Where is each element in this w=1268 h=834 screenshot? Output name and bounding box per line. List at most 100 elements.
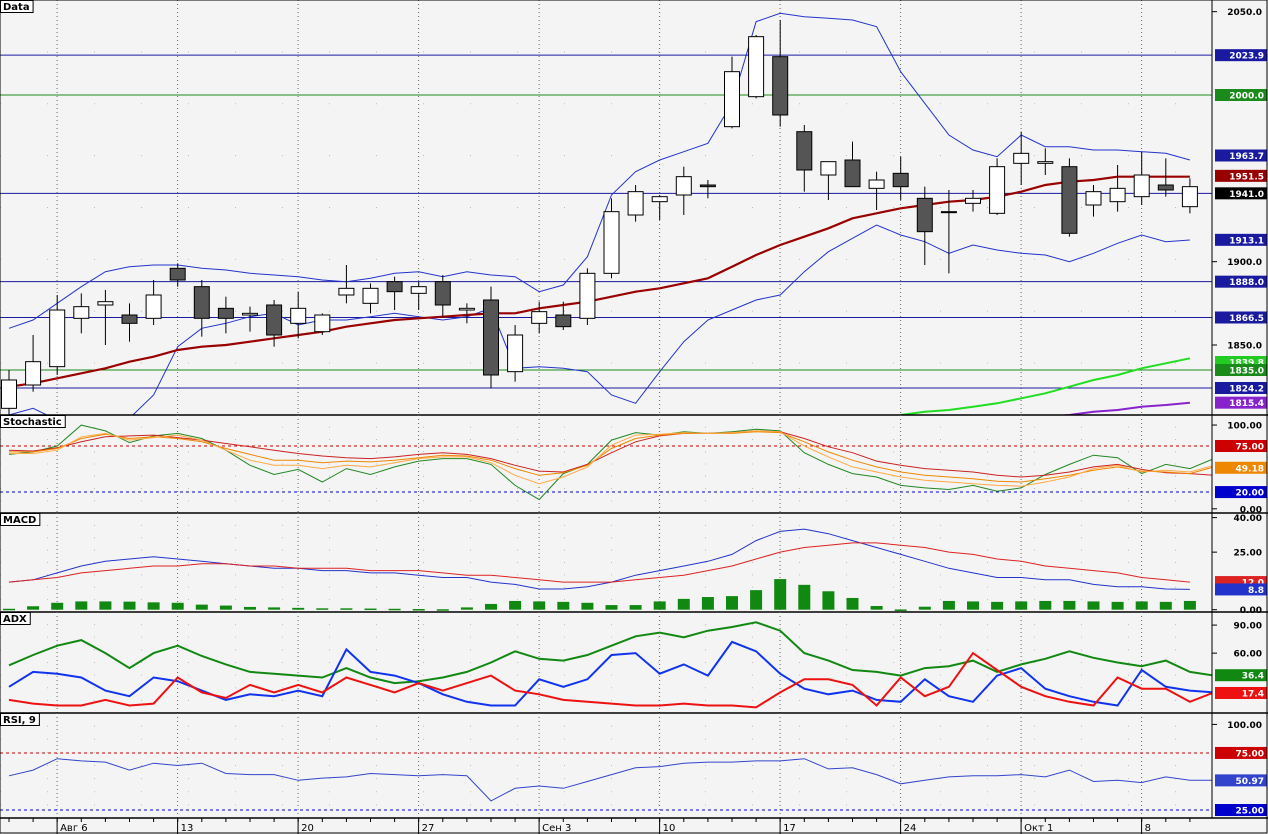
macd-histogram-bar [388, 608, 401, 611]
candle-body [1061, 166, 1078, 234]
candle-body [25, 361, 42, 386]
x-tick-label: 24 [904, 823, 917, 834]
candle-body [145, 294, 162, 319]
macd-histogram-bar [412, 609, 425, 611]
value-badge-label: 1888.0 [1229, 278, 1264, 288]
value-badge-label: 2000.0 [1229, 92, 1264, 102]
macd-histogram-bar [870, 606, 883, 610]
x-tick-label: 8 [1145, 823, 1151, 834]
panel-title: Data [0, 0, 34, 13]
candle [989, 158, 1006, 215]
x-tick-label: 10 [663, 823, 676, 834]
value-badge-label: 1951.5 [1229, 172, 1264, 182]
value-badge-label: 20.00 [1236, 489, 1264, 499]
value-badge-label: 36.4 [1242, 672, 1264, 682]
candle-body [627, 191, 644, 216]
macd-histogram-bar [1015, 601, 1028, 610]
macd-histogram-bar [147, 602, 160, 610]
panel-title-text: ADX [3, 614, 27, 625]
candle-body [97, 301, 114, 306]
macd-histogram-bar [774, 579, 787, 610]
panel-title-text: Stochastic [3, 417, 62, 428]
candle-body [579, 272, 596, 319]
value-badge: 1888.0 [1215, 275, 1267, 288]
panel-title-text: RSI, 9 [3, 715, 36, 726]
y-tick-label: 0.00 [1240, 606, 1262, 616]
candle-body [193, 286, 210, 319]
candle-body [603, 211, 620, 274]
macd-histogram-bar [750, 590, 763, 610]
value-badge: 1866.5 [1215, 311, 1267, 324]
value-badge: 1835.0 [1215, 364, 1267, 377]
candle-body [121, 314, 138, 324]
y-tick-label: 1900.0 [1227, 258, 1262, 268]
macd-histogram-bar [436, 609, 449, 611]
candle-body [1037, 161, 1054, 164]
macd-histogram-bar [798, 584, 811, 610]
macd-histogram-bar [485, 603, 497, 610]
value-badge: 8.8 [1215, 583, 1267, 596]
macd-histogram-bar [726, 596, 738, 610]
value-badge: 17.4 [1215, 686, 1267, 699]
macd-histogram-bar [195, 604, 208, 610]
candle [579, 268, 596, 325]
y-tick-label: 100.00 [1227, 422, 1262, 432]
macd-histogram-bar [123, 601, 136, 610]
x-tick-label: 27 [422, 823, 435, 834]
macd-histogram-bar [822, 591, 835, 610]
macd-histogram-bar [894, 609, 907, 611]
value-badge-label: 1815.4 [1229, 399, 1264, 409]
financial-chart: 1850.0 1900.0 2050.0 2023.9 2000.0 1963.7 1951… [0, 0, 1268, 834]
macd-histogram-bar [653, 601, 666, 610]
macd-histogram-bar [1087, 601, 1100, 610]
candle-body [290, 307, 307, 324]
candle-body [868, 179, 885, 189]
macd-histogram-bar [1159, 601, 1172, 610]
candle-body [314, 314, 331, 333]
macd-histogram-bar [75, 601, 88, 610]
candle-body [338, 287, 355, 296]
value-badge-label: 1835.0 [1229, 367, 1264, 377]
candle-body [796, 131, 813, 171]
value-badge-label: 49.18 [1236, 464, 1264, 474]
value-badge-label: 50.97 [1236, 777, 1264, 787]
value-badge-label: 1913.1 [1229, 236, 1264, 246]
macd-histogram-bar [967, 601, 979, 610]
value-badge: 75.00 [1215, 439, 1267, 452]
value-badge: 1963.7 [1215, 149, 1267, 162]
candle-body [531, 311, 548, 324]
candle-body [651, 196, 668, 203]
macd-histogram-bar [605, 605, 618, 610]
candle-body [1013, 152, 1030, 164]
value-badge: 50.97 [1215, 774, 1267, 787]
macd-histogram-bar [942, 600, 955, 610]
candle-body [940, 211, 957, 214]
macd-histogram-bar [991, 601, 1004, 610]
macd-histogram-bar [1063, 600, 1076, 610]
value-badge: 1815.4 [1215, 396, 1267, 409]
macd-histogram-bar [509, 600, 522, 610]
candle-body [724, 71, 740, 128]
panel-title-text: Data [3, 2, 30, 13]
candle-body [699, 184, 716, 188]
candle-body [483, 299, 499, 376]
macd-histogram-bar [1111, 601, 1124, 610]
macd-histogram-bar [677, 598, 690, 610]
value-badge-label: 75.00 [1236, 749, 1264, 759]
panel-title: MACD [0, 513, 41, 526]
value-badge-label: 17.4 [1242, 689, 1264, 699]
macd-histogram-bar [557, 601, 570, 610]
macd-histogram-bar [1039, 600, 1052, 610]
macd-histogram-bar [3, 608, 15, 611]
y-tick-label: 90.00 [1234, 622, 1262, 632]
candle [748, 35, 765, 99]
x-tick-label: 20 [301, 823, 314, 834]
x-tick-label: 13 [181, 823, 194, 834]
value-badge: 25.00 [1215, 804, 1267, 817]
candle-body [820, 161, 837, 176]
candle [314, 313, 331, 335]
macd-histogram-bar [533, 601, 546, 610]
macd-histogram-bar [27, 606, 40, 610]
candle-body [458, 307, 475, 311]
candle-body [1181, 186, 1198, 208]
